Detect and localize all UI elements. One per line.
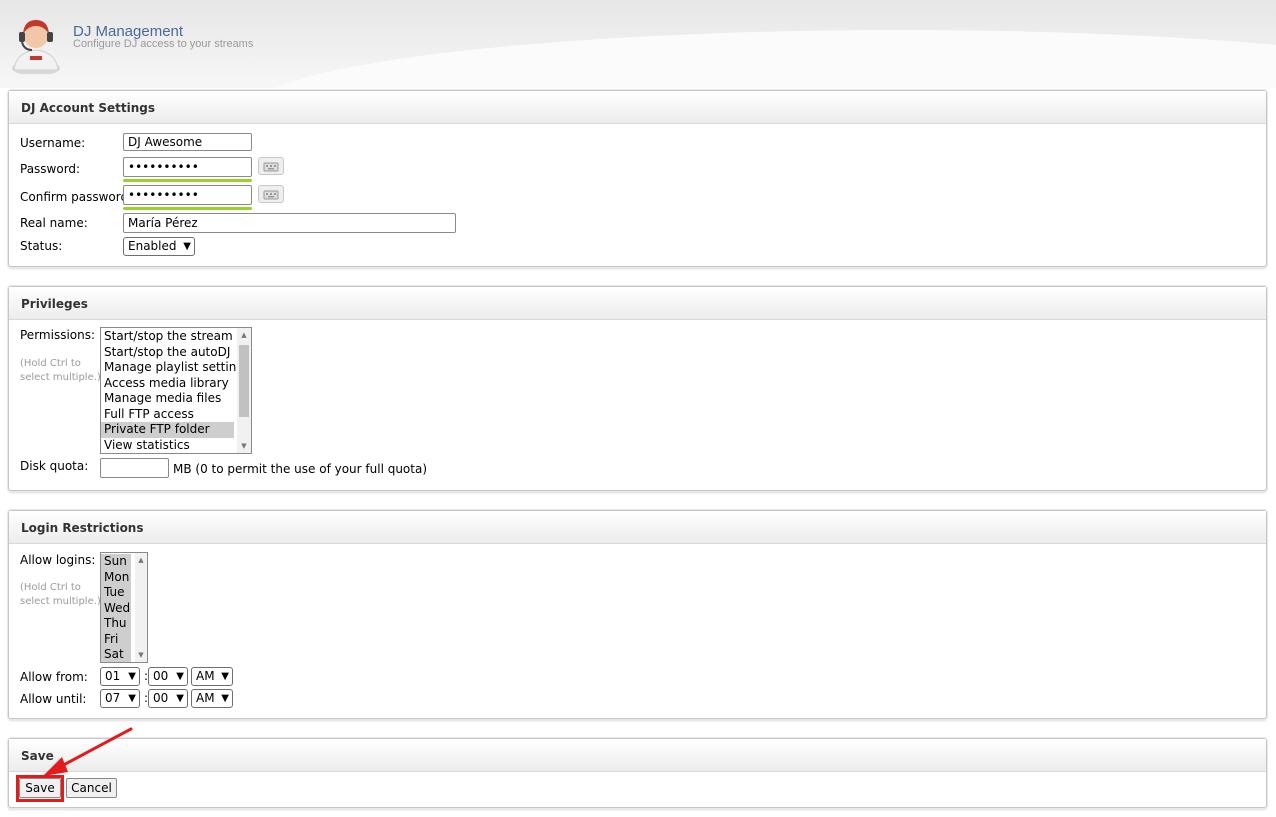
password-input[interactable] [123, 157, 252, 177]
scroll-thumb[interactable] [239, 345, 249, 417]
login-restrictions-panel: Login Restrictions Allow logins: (Hold C… [8, 510, 1267, 719]
confirm-password-input[interactable] [123, 185, 252, 205]
from-ampm-select[interactable]: AM ▼ [191, 667, 233, 686]
permission-option[interactable]: Private FTP folder [101, 422, 234, 438]
page-subtitle: Configure DJ access to your streams [73, 38, 254, 50]
dj-headset-avatar-icon [12, 20, 60, 74]
chevron-down-icon: ▼ [128, 693, 136, 704]
generate-password-button[interactable] [258, 157, 284, 175]
permission-option[interactable]: Full FTP access [101, 407, 234, 423]
allow-logins-label: Allow logins: [20, 553, 96, 567]
disk-quota-label: Disk quota: [20, 459, 89, 473]
password-strength-bar [123, 179, 252, 182]
password-label: Password: [20, 162, 81, 176]
chevron-down-icon: ▼ [128, 671, 136, 682]
day-option[interactable]: Wed [101, 600, 131, 616]
chevron-down-icon: ▼ [221, 693, 229, 704]
status-select[interactable]: Enabled ▼ [123, 237, 195, 256]
real-name-input[interactable] [123, 213, 456, 233]
disk-quota-input[interactable] [100, 458, 169, 478]
until-hour-select[interactable]: 07 ▼ [100, 689, 140, 708]
day-option[interactable]: Tue [101, 585, 131, 601]
from-minute-select[interactable]: 00 ▼ [148, 667, 188, 686]
chevron-down-icon: ▼ [221, 671, 229, 682]
scroll-down-icon[interactable]: ▼ [135, 650, 147, 660]
scroll-up-icon[interactable]: ▲ [237, 330, 251, 340]
chevron-down-icon: ▼ [176, 693, 184, 704]
from-hour-select[interactable]: 01 ▼ [100, 667, 140, 686]
day-option[interactable]: Mon [101, 569, 131, 585]
day-option[interactable]: Sun [101, 554, 131, 570]
allow-until-label: Allow until: [20, 692, 87, 706]
scroll-up-icon[interactable]: ▲ [135, 555, 147, 565]
real-name-label: Real name: [20, 216, 88, 230]
permission-option[interactable]: Access media library [101, 376, 234, 392]
panel-heading: Login Restrictions [9, 511, 1266, 544]
username-label: Username: [20, 136, 86, 150]
panel-heading: DJ Account Settings [9, 91, 1266, 124]
day-option[interactable]: Fri [101, 631, 131, 647]
confirm-password-label: Confirm password: [20, 190, 133, 204]
allow-from-label: Allow from: [20, 670, 88, 684]
permission-option[interactable]: View statistics [101, 438, 234, 454]
until-ampm-select[interactable]: AM ▼ [191, 689, 233, 708]
save-button-highlight [16, 775, 64, 802]
dj-account-settings-panel: DJ Account Settings Username: Password: … [8, 90, 1267, 267]
header-swoosh [250, 30, 1276, 88]
save-panel: Save Save Cancel [8, 738, 1267, 808]
page-header: DJ Management Configure DJ access to you… [0, 0, 1276, 88]
privileges-panel: Privileges Permissions: (Hold Ctrl to se… [8, 286, 1267, 491]
disk-quota-note: MB (0 to permit the use of your full quo… [173, 462, 428, 476]
status-select-value: Enabled [128, 239, 177, 253]
keyboard-icon [263, 190, 279, 200]
status-label: Status: [20, 239, 63, 253]
username-input[interactable] [123, 133, 252, 151]
permissions-listbox[interactable]: Start/stop the stream Start/stop the auto… [100, 327, 252, 454]
days-scrollbar[interactable]: ▲ ▼ [135, 553, 147, 662]
confirm-strength-bar [123, 207, 252, 210]
panel-heading: Privileges [9, 287, 1266, 320]
multi-select-hint: (Hold Ctrl to select multiple.) [20, 358, 101, 383]
generate-confirm-button[interactable] [258, 185, 284, 203]
permission-option[interactable]: Manage media files [101, 391, 234, 407]
cancel-button[interactable]: Cancel [66, 778, 117, 798]
until-minute-select[interactable]: 00 ▼ [148, 689, 188, 708]
permission-option[interactable]: Start/stop the autoDJ [101, 345, 234, 361]
day-option[interactable]: Thu [101, 616, 131, 632]
allow-logins-listbox[interactable]: Sun Mon Tue Wed Thu Fri Sat ▲ ▼ [100, 552, 148, 663]
permissions-label: Permissions: [20, 328, 96, 342]
scroll-down-icon[interactable]: ▼ [237, 441, 251, 451]
keyboard-icon [263, 162, 279, 172]
permission-option[interactable]: Manage playlist settings [101, 360, 250, 376]
panel-heading: Save [9, 739, 1266, 772]
day-option[interactable]: Sat [101, 647, 131, 662]
permission-option[interactable]: Start/stop the stream [101, 329, 234, 345]
chevron-down-icon: ▼ [183, 241, 191, 252]
multi-select-hint: (Hold Ctrl to select multiple.) [20, 582, 101, 607]
permissions-scrollbar[interactable]: ▲ ▼ [237, 328, 251, 453]
chevron-down-icon: ▼ [176, 671, 184, 682]
